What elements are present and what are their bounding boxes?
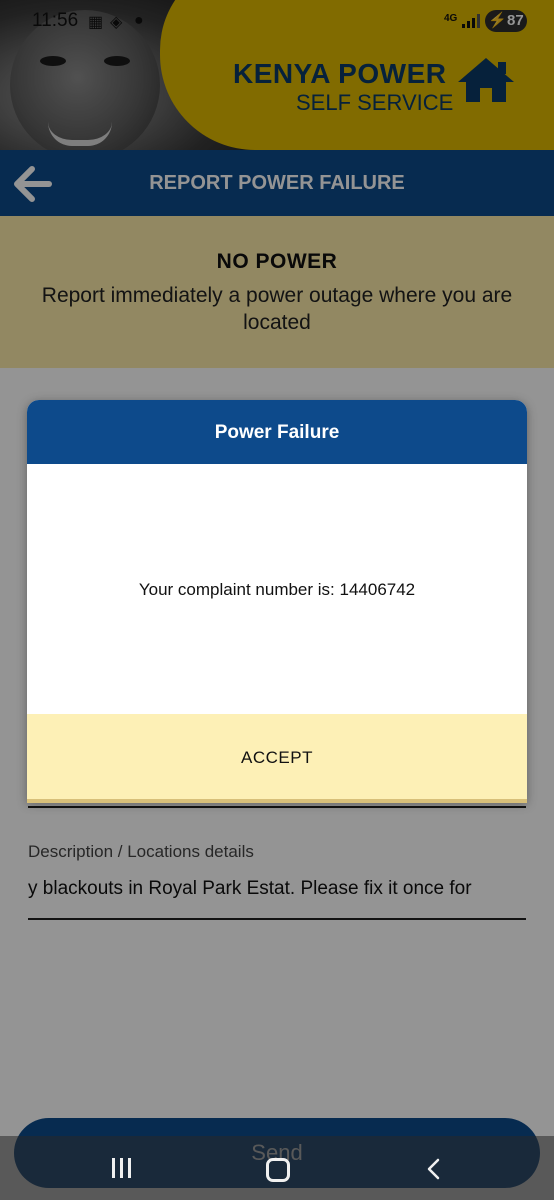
accept-button[interactable]: ACCEPT — [27, 714, 527, 802]
power-failure-dialog: Power Failure Your complaint number is: … — [27, 400, 527, 802]
home-icon[interactable] — [266, 1158, 290, 1182]
dialog-bottom-edge — [27, 799, 527, 803]
dialog-message: Your complaint number is: 14406742 — [138, 580, 416, 599]
dialog-title: Power Failure — [214, 422, 340, 443]
recent-apps-icon[interactable] — [110, 1158, 134, 1180]
back-icon[interactable] — [424, 1158, 444, 1180]
